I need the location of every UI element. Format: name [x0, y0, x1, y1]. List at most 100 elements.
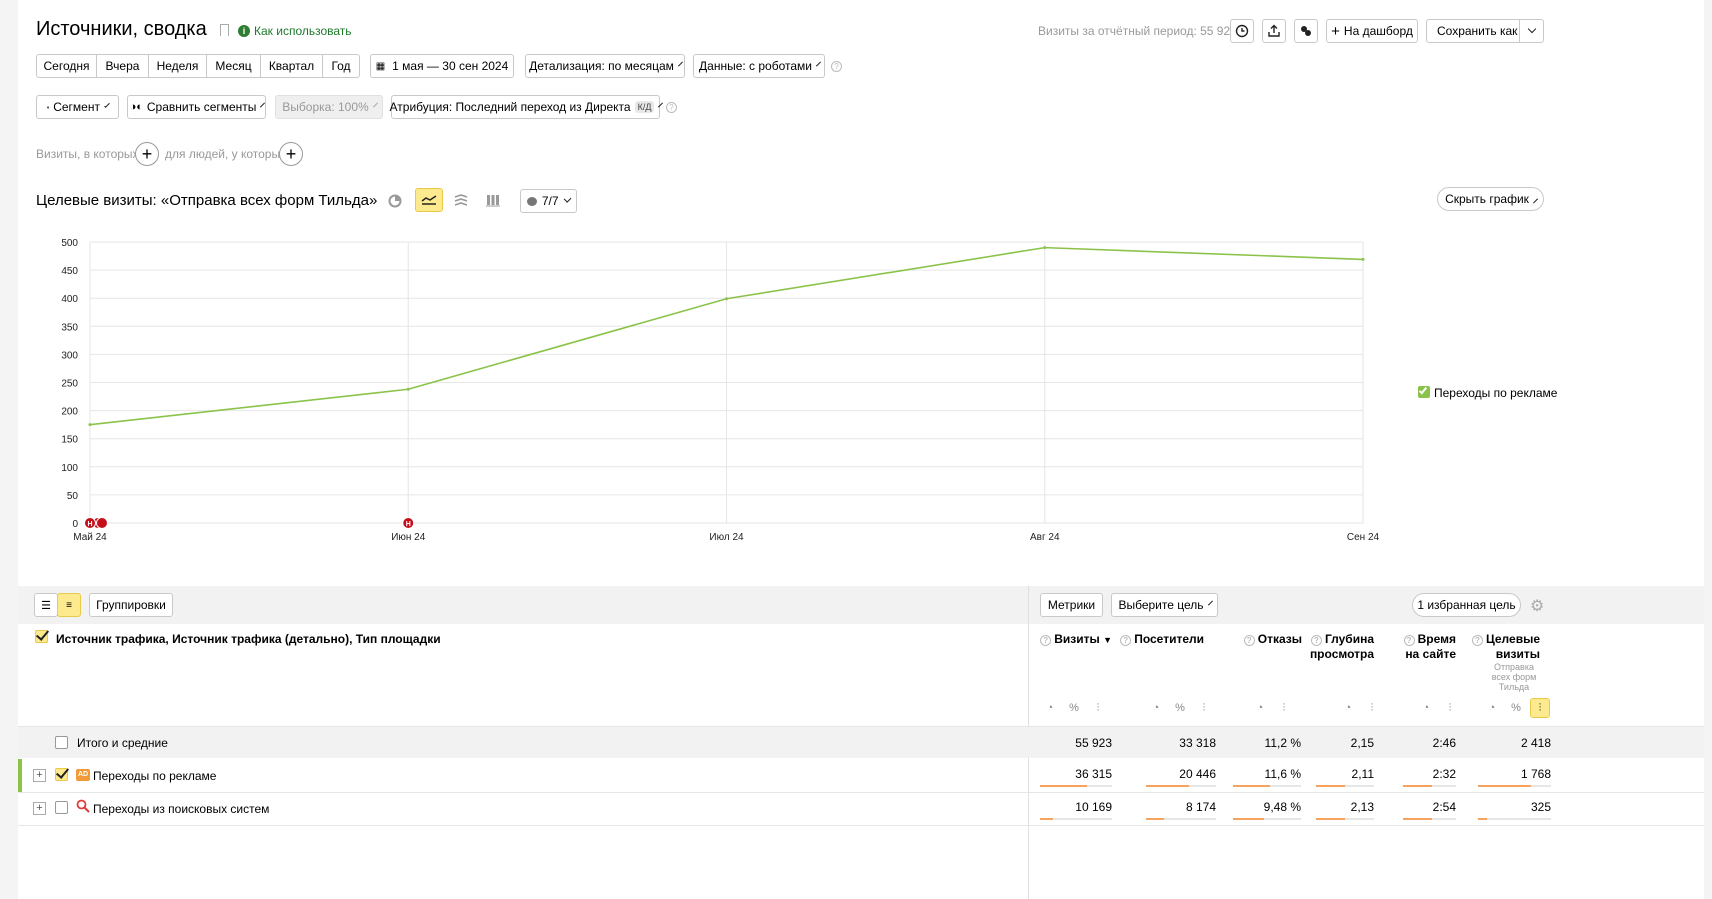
help-icon[interactable]: ?: [1471, 635, 1483, 646]
pie-chart-type-icon[interactable]: [388, 194, 402, 208]
help-icon[interactable]: ?: [666, 102, 677, 113]
sort-desc-icon: ▼: [1103, 635, 1112, 645]
save-as-dropdown[interactable]: [1519, 20, 1543, 42]
column-header-time[interactable]: ? Время на сайте: [1390, 632, 1456, 662]
table-cell: 2,13: [1350, 800, 1374, 814]
pie-view-icon[interactable]: ◔: [1416, 698, 1436, 718]
column-header-visitors[interactable]: ? Посетители: [1118, 632, 1204, 647]
area-chart-type-icon[interactable]: [454, 194, 468, 210]
sample-dropdown[interactable]: Выборка: 100%: [275, 95, 383, 119]
help-icon[interactable]: ?: [1403, 635, 1415, 646]
cell-bar: [1316, 785, 1345, 787]
goal-subtitle-line: Тильда: [1498, 682, 1530, 692]
tab-week[interactable]: Неделя: [149, 55, 207, 77]
share-button[interactable]: [1294, 19, 1318, 43]
column-header-bounces[interactable]: ? Отказы: [1218, 632, 1302, 647]
row-label[interactable]: Переходы из поисковых систем: [93, 802, 269, 816]
data-point: [88, 423, 92, 427]
row-checkbox[interactable]: [55, 801, 68, 814]
cell-bar: [1233, 785, 1270, 787]
favorite-goal-label: 1 избранная цель: [1417, 598, 1516, 612]
column-header-depth[interactable]: ? Глубина просмотра: [1308, 632, 1374, 662]
row-label[interactable]: Переходы по рекламе: [93, 769, 216, 783]
metrics-button[interactable]: Метрики: [1040, 593, 1103, 617]
column-header-label: Посетители: [1134, 632, 1204, 646]
table-cell: 325: [1530, 800, 1551, 814]
table-cell: 2,11: [1351, 767, 1374, 781]
goal-subtitle-line: Отправка: [1494, 662, 1534, 672]
detail-dropdown[interactable]: Детализация: по месяцам: [525, 54, 685, 78]
pie-view-icon[interactable]: ◔: [1482, 698, 1502, 718]
list-view-button[interactable]: ☰: [34, 593, 58, 617]
export-button[interactable]: [1262, 19, 1286, 43]
annotation-marker-label: Н: [406, 521, 411, 528]
x-tick-label: Май 24: [73, 532, 107, 543]
pie-view-icon[interactable]: ◔: [1250, 698, 1270, 718]
help-icon[interactable]: ?: [1310, 635, 1322, 646]
compare-segments-dropdown[interactable]: ◑◐ Сравнить сегменты: [127, 95, 266, 119]
save-as-button[interactable]: Сохранить как: [1426, 19, 1544, 43]
choose-goal-dropdown[interactable]: Выберите цель: [1111, 593, 1218, 617]
tree-view-button[interactable]: ≡: [57, 593, 81, 617]
bar-view-icon[interactable]: ⫶: [1440, 698, 1460, 718]
tab-year[interactable]: Год: [323, 55, 359, 77]
annotations-count: 7/7: [541, 194, 559, 208]
bar-view-icon[interactable]: ⫶: [1194, 698, 1214, 718]
pie-view-icon[interactable]: ◔: [1338, 698, 1358, 718]
add-visit-condition-button[interactable]: +: [135, 142, 159, 166]
bar-view-icon[interactable]: ⫶: [1530, 698, 1550, 718]
column-header-label: визиты: [1495, 647, 1540, 661]
help-icon[interactable]: ?: [1120, 635, 1132, 646]
select-all-checkbox[interactable]: [35, 630, 48, 643]
report-page: Источники, сводка i Как использовать Виз…: [18, 0, 1704, 899]
line-chart-type-button[interactable]: [415, 188, 443, 212]
table-cell: 1 768: [1520, 767, 1551, 781]
attribution-dropdown[interactable]: Атрибуция: Последний переход из Директа …: [390, 95, 664, 119]
column-header-label: Отказы: [1257, 632, 1302, 646]
visits-line-chart: 0 50 100 150 200 250 300 350 400 450 500 Май 24 Июн …: [61, 238, 1379, 543]
pie-view-icon[interactable]: ◔: [1146, 698, 1166, 718]
segment-dropdown[interactable]: Сегмент: [36, 95, 119, 119]
column-header-goal-visits[interactable]: ? Целевые визиты: [1464, 632, 1540, 662]
column-header-visits[interactable]: ? Визиты ▼: [1040, 632, 1112, 648]
legend-checkbox[interactable]: [1418, 385, 1430, 398]
expand-row-button[interactable]: +: [33, 802, 46, 815]
goal-subtitle: Отправка всех форм Тильда: [1488, 662, 1540, 692]
help-icon[interactable]: ?: [831, 61, 842, 72]
favorite-goal-button[interactable]: 1 избранная цель: [1412, 593, 1521, 617]
row-checkbox[interactable]: [55, 768, 68, 781]
tab-yesterday[interactable]: Вчера: [97, 55, 149, 77]
percent-view-icon[interactable]: %: [1064, 698, 1084, 718]
tab-month[interactable]: Месяц: [207, 55, 261, 77]
x-tick-label: Авг 24: [1030, 532, 1060, 543]
cell-bar: [1040, 785, 1087, 787]
data-point: [406, 387, 410, 391]
bookmark-icon[interactable]: [220, 24, 229, 36]
history-button[interactable]: [1230, 19, 1254, 43]
annotations-dropdown[interactable]: 7/7: [520, 189, 577, 213]
totals-checkbox[interactable]: [55, 736, 68, 749]
totals-cell: 33 318: [1179, 736, 1216, 750]
bar-view-icon[interactable]: ⫶: [1088, 698, 1108, 718]
percent-view-icon[interactable]: %: [1170, 698, 1190, 718]
groupings-button[interactable]: Группировки: [89, 593, 173, 617]
expand-row-button[interactable]: +: [33, 769, 46, 782]
tab-quarter[interactable]: Квартал: [261, 55, 323, 77]
add-people-condition-button[interactable]: +: [279, 142, 303, 166]
bar-view-icon[interactable]: ⫶: [1362, 698, 1382, 718]
cell-bar: [1233, 818, 1264, 820]
help-icon[interactable]: ?: [1040, 635, 1052, 646]
bar-chart-type-icon[interactable]: [486, 193, 500, 210]
row-divider: [18, 792, 1704, 793]
to-dashboard-button[interactable]: + На дашборд: [1326, 19, 1418, 43]
pie-view-icon[interactable]: ◔: [1040, 698, 1060, 718]
hide-chart-button[interactable]: Скрыть график: [1437, 187, 1544, 211]
how-to-use-link[interactable]: Как использовать: [254, 24, 352, 38]
data-mode-dropdown[interactable]: Данные: с роботами: [693, 54, 825, 78]
tab-today[interactable]: Сегодня: [37, 55, 97, 77]
bar-view-icon[interactable]: ⫶: [1274, 698, 1294, 718]
percent-view-icon[interactable]: %: [1506, 698, 1526, 718]
gear-icon[interactable]: ⚙: [1530, 596, 1544, 616]
date-range-button[interactable]: ▦ 1 мая — 30 сен 2024: [370, 54, 514, 78]
help-icon[interactable]: ?: [1243, 635, 1255, 646]
